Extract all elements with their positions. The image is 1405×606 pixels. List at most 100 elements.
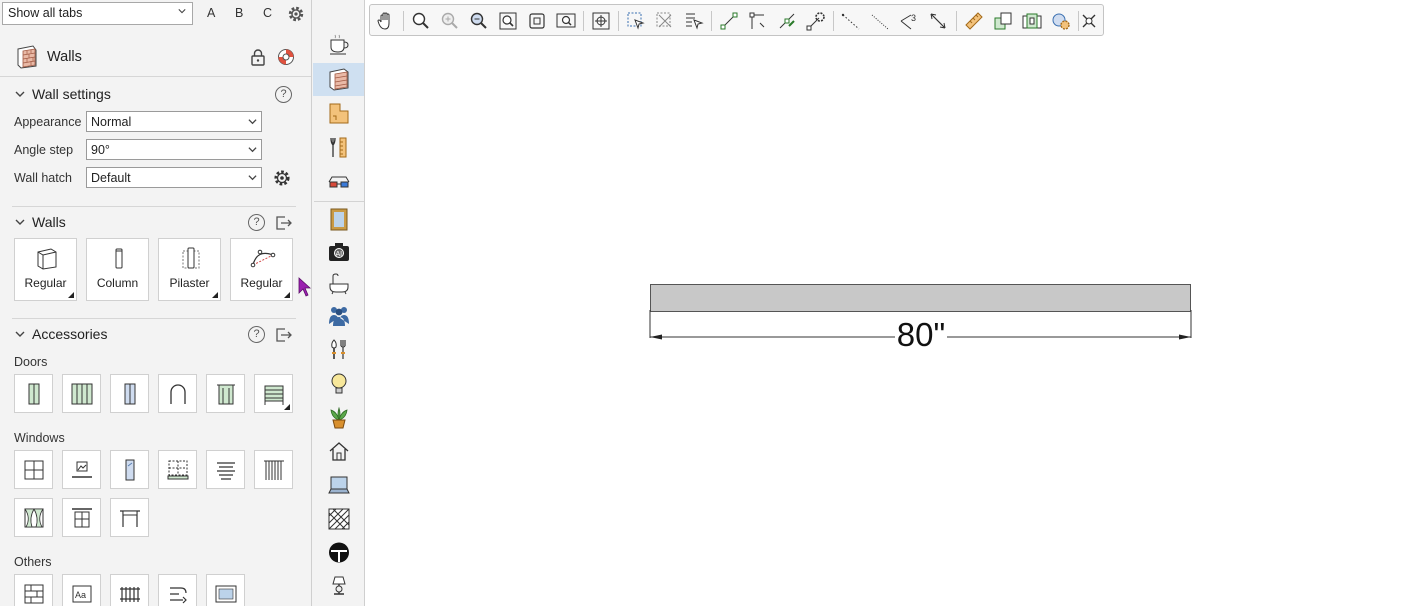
strip-rooms[interactable]: [313, 97, 364, 130]
window-blind-tool[interactable]: [158, 450, 197, 489]
camera-icon: AI: [329, 243, 349, 261]
wall-settings-heading[interactable]: Wall settings: [14, 86, 111, 102]
snap-settings-icon[interactable]: [806, 11, 826, 31]
door-garage-tool[interactable]: [254, 374, 293, 413]
other-brick-tool[interactable]: [14, 574, 53, 606]
pilaster-tool[interactable]: Pilaster: [158, 238, 221, 301]
strip-people[interactable]: [313, 299, 364, 332]
column-tool[interactable]: Column: [86, 238, 149, 301]
window-grid-tool[interactable]: [14, 450, 53, 489]
zoom-icon[interactable]: [411, 11, 431, 31]
dotted-line-icon[interactable]: [841, 11, 861, 31]
zoom-out-icon[interactable]: [469, 11, 489, 31]
measure-diagonal-icon[interactable]: [928, 11, 948, 31]
zoom-extents-icon[interactable]: [498, 11, 518, 31]
snap-corner-icon[interactable]: [748, 11, 768, 31]
other-picture-tool[interactable]: [206, 574, 245, 606]
group-object-icon[interactable]: [1022, 11, 1042, 31]
tab-filter-value: Show all tabs: [8, 6, 83, 20]
lock-icon[interactable]: [250, 48, 266, 66]
deselect-icon[interactable]: [655, 11, 675, 31]
gear-icon[interactable]: [273, 169, 291, 187]
dashed-line-icon[interactable]: [870, 11, 890, 31]
regular-wall-tool[interactable]: Regular: [14, 238, 77, 301]
door-arch-tool[interactable]: [158, 374, 197, 413]
appearance-select[interactable]: Normal: [86, 111, 262, 132]
other-stair-tool[interactable]: [158, 574, 197, 606]
tab-filter-select[interactable]: Show all tabs: [2, 2, 193, 25]
strip-camera[interactable]: AI: [313, 235, 364, 268]
wall-hatch-label: Wall hatch: [14, 171, 72, 185]
window-picture-tool[interactable]: [62, 450, 101, 489]
strip-cup[interactable]: [313, 28, 364, 61]
toolbar-separator: [618, 11, 619, 31]
center-target-icon[interactable]: [591, 11, 611, 31]
other-railing-tool[interactable]: [110, 574, 149, 606]
walls-title: Walls: [32, 214, 66, 230]
strip-hatch[interactable]: [313, 503, 364, 536]
letter-tab-a[interactable]: A: [207, 6, 215, 20]
panel-door-icon: [124, 383, 136, 405]
strip-bathroom[interactable]: [313, 267, 364, 300]
windows-label: Windows: [14, 431, 65, 445]
snap-endpoint-icon[interactable]: [719, 11, 739, 31]
wall-block-icon: [37, 248, 57, 270]
clear-snap-icon[interactable]: [1079, 11, 1099, 31]
accessories-heading[interactable]: Accessories: [14, 326, 107, 342]
window-louver-tool[interactable]: [206, 450, 245, 489]
zoom-selection-icon[interactable]: [556, 11, 576, 31]
window-curtain-tool[interactable]: [254, 450, 293, 489]
window-drape-tool[interactable]: [14, 498, 53, 537]
strip-symbol[interactable]: [313, 536, 364, 569]
wall-hatch-select[interactable]: Default: [86, 167, 262, 188]
panel-header: Walls: [0, 37, 311, 77]
house-icon: [329, 442, 349, 461]
snap-3-icon[interactable]: 3: [899, 11, 919, 31]
door-single-tool[interactable]: [14, 374, 53, 413]
walls-heading[interactable]: Walls: [14, 214, 66, 230]
letter-tab-c[interactable]: C: [263, 6, 272, 20]
window-glass-tool[interactable]: [110, 450, 149, 489]
select-list-icon[interactable]: [684, 11, 704, 31]
undock-icon[interactable]: [275, 215, 293, 231]
strip-walls[interactable]: [313, 63, 364, 96]
help-icon[interactable]: ?: [248, 326, 265, 343]
zoom-window-icon[interactable]: [527, 11, 547, 31]
strip-kitchen[interactable]: [313, 333, 364, 366]
category-strip: AI: [311, 0, 365, 606]
strip-plants[interactable]: [313, 401, 364, 434]
pan-hand-icon[interactable]: [376, 11, 396, 31]
ruler-icon[interactable]: [964, 11, 984, 31]
copy-object-icon[interactable]: [993, 11, 1013, 31]
undock-icon[interactable]: [275, 327, 293, 343]
other-text-tool[interactable]: Aa: [62, 574, 101, 606]
submenu-corner-icon: [284, 292, 290, 298]
window-frame-tool[interactable]: [62, 498, 101, 537]
window-shelf-tool[interactable]: [110, 498, 149, 537]
door-frame-tool[interactable]: [206, 374, 245, 413]
angle-step-select[interactable]: 90°: [86, 139, 262, 160]
door-panel-tool[interactable]: [110, 374, 149, 413]
strip-pictures[interactable]: [313, 203, 364, 236]
picture-frame-icon: [215, 585, 237, 603]
letter-tab-b[interactable]: B: [235, 6, 243, 20]
lifebuoy-icon[interactable]: [277, 48, 295, 66]
strip-terrain[interactable]: [313, 469, 364, 502]
help-icon[interactable]: ?: [248, 214, 265, 231]
help-icon[interactable]: ?: [275, 86, 292, 103]
layer-gear-icon[interactable]: [1051, 11, 1071, 31]
zoom-in-icon[interactable]: [440, 11, 460, 31]
select-area-icon[interactable]: [626, 11, 646, 31]
curved-wall-tool[interactable]: Regular: [230, 238, 293, 301]
strip-lighting[interactable]: [313, 367, 364, 400]
tool-label: Column: [96, 276, 139, 290]
door-double-tool[interactable]: [62, 374, 101, 413]
snap-edit-icon[interactable]: [777, 11, 797, 31]
gear-icon[interactable]: [287, 5, 305, 23]
strip-tools[interactable]: [313, 131, 364, 164]
drawing-canvas[interactable]: 80": [365, 40, 1405, 606]
strip-3d-view[interactable]: [313, 165, 364, 198]
strip-lamp[interactable]: [313, 570, 364, 603]
strip-house[interactable]: [313, 435, 364, 468]
chevron-down-icon: [248, 119, 257, 125]
